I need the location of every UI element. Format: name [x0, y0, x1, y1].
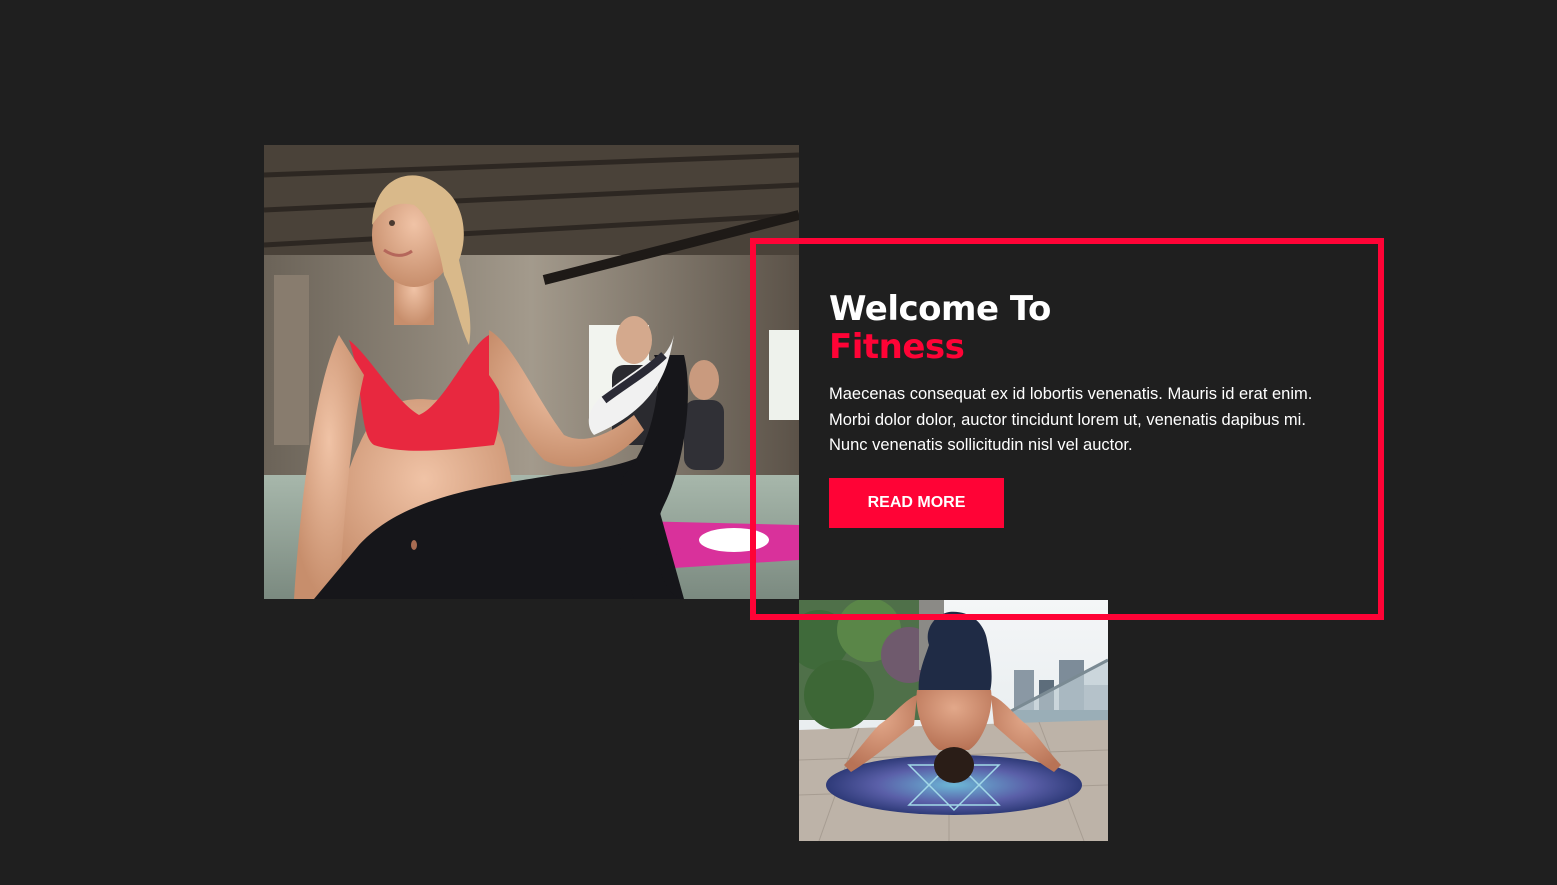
read-more-button[interactable]: READ MORE — [829, 478, 1004, 528]
heading-fitness: Fitness — [829, 327, 965, 367]
welcome-description: Maecenas consequat ex id lobortis venena… — [829, 385, 1313, 454]
yoga-rooftop-photo — [799, 600, 1108, 841]
welcome-section: Welcome To Fitness Maecenas consequat ex… — [0, 0, 1557, 885]
fitness-class-photo — [264, 145, 799, 599]
heading-welcome: Welcome To — [829, 289, 1051, 329]
welcome-content: Welcome To Fitness Maecenas consequat ex… — [829, 290, 1329, 459]
